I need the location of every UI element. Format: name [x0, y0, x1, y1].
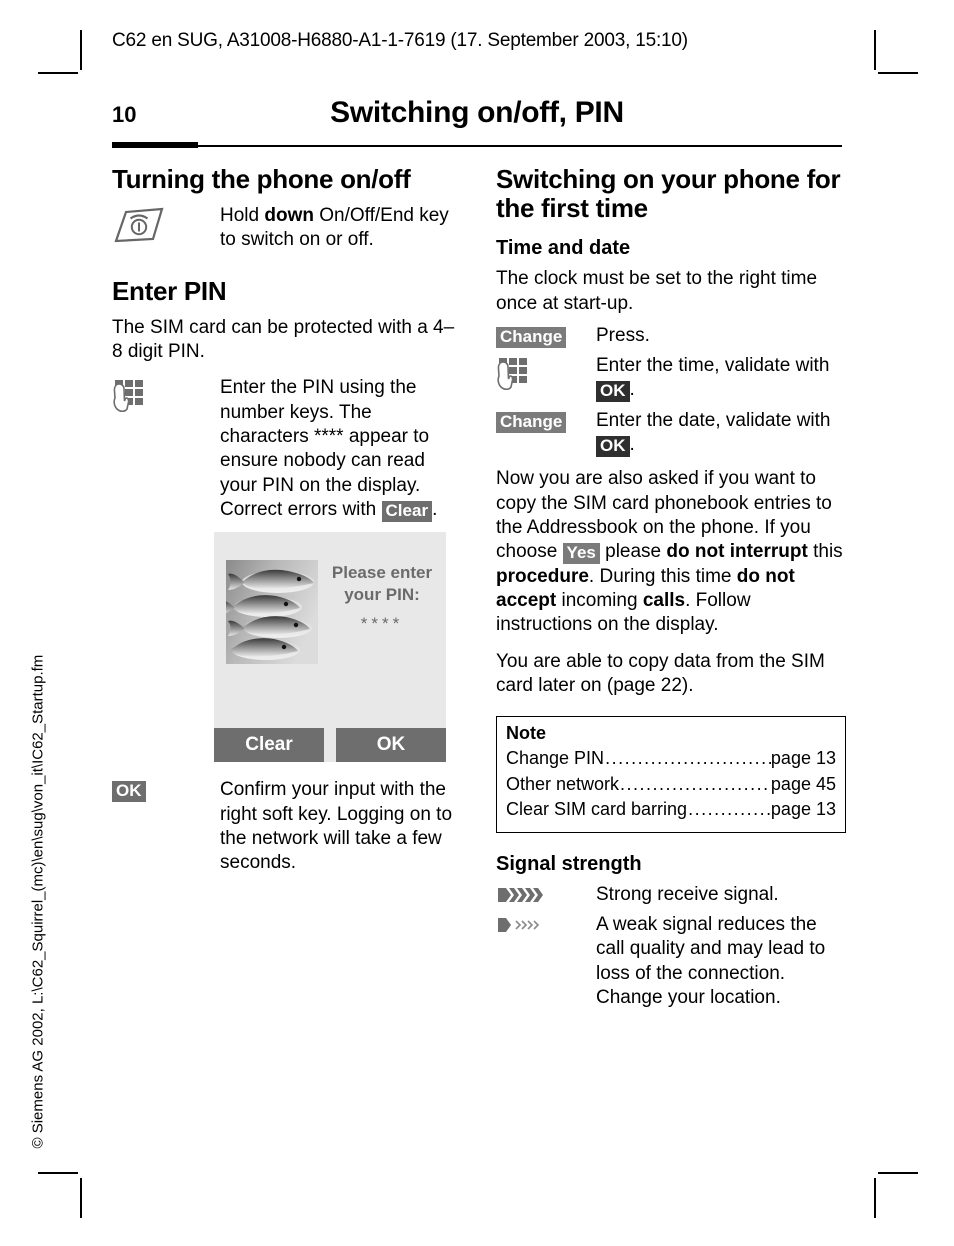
display-prompt-line2: your PIN: [344, 584, 420, 604]
paragraph-copy-later: You are able to copy data from the SIM c… [496, 650, 825, 696]
crop-mark-left-top [38, 72, 78, 74]
bold-calls: calls [642, 589, 686, 611]
heading-enter-pin: Enter PIN [112, 275, 227, 306]
note-entry[interactable]: Clear SIM card barring .................… [506, 797, 836, 823]
display-prompt-text: Please enter your PIN: [326, 562, 438, 605]
right-column: Switching on your phone for the first ti… [496, 164, 846, 1016]
display-softkey-left-clear[interactable]: Clear [214, 728, 324, 763]
note-entry-label: Other network [506, 773, 620, 794]
step-row-power-key: Hold down On/Off/End key to switch on or… [112, 204, 462, 253]
softkey-badge-yes[interactable]: Yes [562, 543, 600, 565]
crop-mark-right-top [878, 72, 918, 74]
softkey-badge-clear[interactable]: Clear [381, 501, 433, 522]
crop-mark-top-left [80, 30, 82, 70]
signal-weak-icon [496, 915, 544, 935]
step-text-enter-time: Enter the time, validate with OK. [596, 355, 830, 403]
step-row-signal-strong: Strong receive signal. [496, 883, 846, 907]
step-text-signal-weak: A weak signal reduces the call quality a… [596, 914, 826, 1009]
note-entry-page: page 45 [770, 773, 836, 794]
step-text-confirm-ok: Confirm your input with the right soft k… [220, 779, 453, 874]
page-title-row: 10 Switching on/off, PIN [112, 96, 842, 142]
step-row-enter-time: Enter the time, validate with OK. [496, 354, 846, 403]
subheading-signal-strength: Signal strength [496, 852, 642, 875]
vertical-copyright-note: © Siemens AG 2002, L:\C62_Squirrel_(mc)\… [29, 654, 47, 1149]
bold-down: down [264, 205, 314, 227]
note-entry-leader: ........................................… [620, 773, 771, 794]
crop-mark-right-bottom [878, 1172, 918, 1174]
display-softkey-bar: Clear OK [214, 728, 446, 763]
softkey-badge-ok[interactable]: OK [112, 781, 146, 803]
gutter-icon: Change [496, 409, 596, 433]
softkey-badge-ok[interactable]: OK [596, 436, 630, 457]
title-rule-thick [112, 142, 198, 148]
phone-display-mockup: Please enter your PIN: **** Clear OK [214, 532, 446, 763]
gutter-icon: Change [496, 324, 596, 348]
step-row-enter-pin: Enter the PIN using the number keys. The… [112, 376, 462, 522]
step-text-signal-strong: Strong receive signal. [596, 883, 779, 905]
bold-procedure: procedure [496, 565, 589, 587]
crop-mark-top-right [874, 30, 876, 70]
crop-mark-bottom-right [874, 1178, 876, 1218]
step-row-signal-weak: A weak signal reduces the call quality a… [496, 913, 846, 1010]
paragraph-clock-intro: The clock must be set to the right time … [496, 268, 818, 314]
softkey-badge-ok[interactable]: OK [596, 381, 630, 403]
bold-do-not-interrupt: do not interrupt [666, 541, 808, 563]
gutter-icon [112, 376, 220, 414]
note-entry-label: Change PIN [506, 748, 605, 769]
note-entry-page: page 13 [770, 799, 836, 820]
softkey-badge-change[interactable]: Change [496, 326, 567, 348]
note-entry[interactable]: Other network ..........................… [506, 772, 836, 798]
crop-mark-left-bottom [38, 1172, 78, 1174]
fish-wallpaper [226, 560, 318, 665]
display-softkey-right-ok[interactable]: OK [336, 728, 446, 763]
note-box-title: Note [506, 723, 546, 744]
gutter-icon [496, 354, 596, 392]
step-text-press: Press. [596, 324, 650, 346]
heading-turning-phone-on-off: Turning the phone on/off [112, 164, 411, 194]
step-row-enter-date: Change Enter the date, validate with OK. [496, 409, 846, 458]
step-text-enter-date: Enter the date, validate with OK. [596, 409, 831, 457]
note-entry-page: page 13 [770, 748, 836, 769]
step-row-change-press: Change Press. [496, 324, 846, 348]
signal-strong-icon [496, 885, 544, 905]
gutter-icon [496, 913, 596, 935]
note-entry-leader: ........................................… [688, 799, 771, 820]
subheading-time-and-date: Time and date [496, 237, 631, 260]
title-rule-thin [198, 145, 842, 147]
step-row-confirm-ok: OK Confirm your input with the right sof… [112, 778, 462, 875]
step-text-enter-pin: Enter the PIN using the number keys. The… [220, 377, 438, 522]
paragraph-copy-phonebook: Now you are also asked if you want to co… [496, 468, 843, 636]
crop-mark-bottom-left [80, 1178, 82, 1218]
gutter-icon: OK [112, 778, 220, 803]
display-prompt-line1: Please enter [331, 563, 433, 583]
keypad-icon [496, 356, 534, 392]
note-box: Note Change PIN ........................… [496, 716, 846, 833]
note-entry[interactable]: Change PIN .............................… [506, 746, 836, 772]
page-title: Switching on/off, PIN [330, 96, 624, 129]
note-entry-leader: ........................................… [605, 748, 771, 769]
onoff-key-icon [112, 206, 166, 246]
gutter-icon [496, 883, 596, 905]
step-text-power-key: Hold down On/Off/End key to switch on or… [220, 205, 449, 251]
paragraph-pin-intro: The SIM card can be protected with a 4–8… [112, 316, 455, 363]
softkey-badge-change[interactable]: Change [496, 411, 567, 433]
document-running-header: C62 en SUG, A31008-H6880-A1-1-7619 (17. … [112, 30, 688, 51]
left-column: Turning the phone on/off Hold down On/Of… [112, 164, 462, 882]
heading-switching-first-time: Switching on your phone for the first ti… [496, 164, 841, 224]
display-masked-pin: **** [360, 614, 404, 634]
keypad-icon [112, 378, 150, 414]
gutter-icon [112, 204, 220, 246]
note-entry-label: Clear SIM card barring [506, 799, 688, 820]
